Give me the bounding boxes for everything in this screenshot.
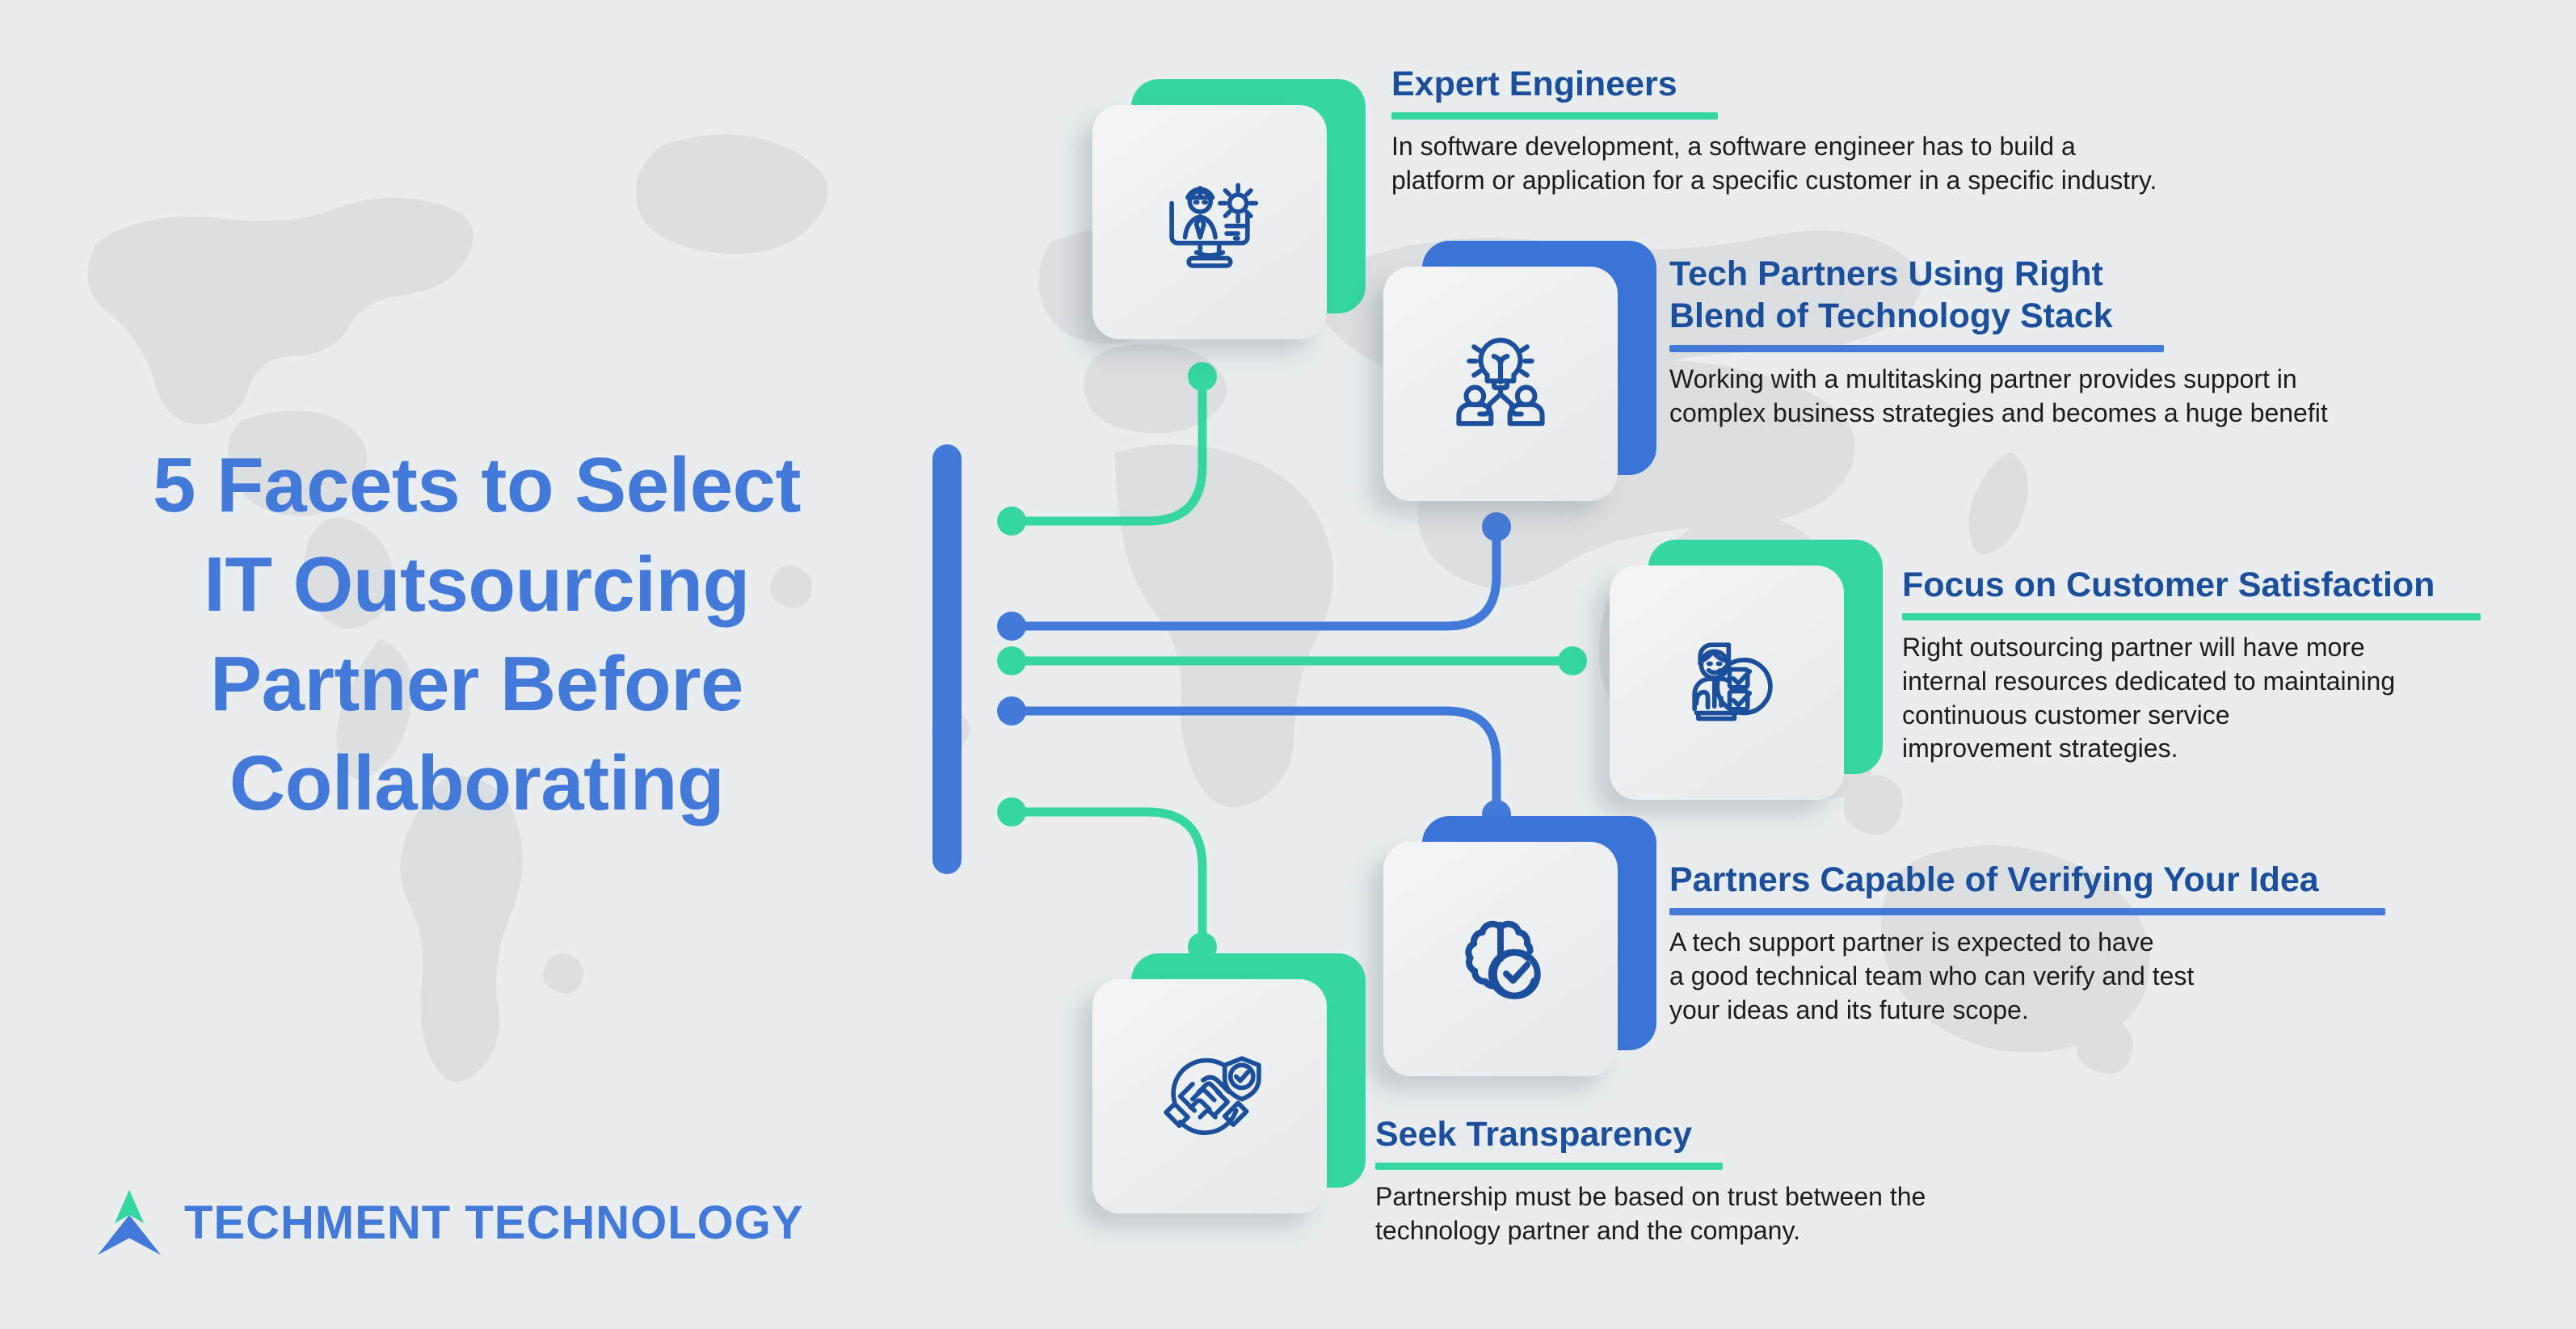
facet-body-1: In software development, a software engi…	[1391, 132, 2157, 196]
facet-body-3: Right outsourcing partner will have more…	[1902, 633, 2396, 763]
facet-card-4-face	[1383, 842, 1618, 1076]
person-checklist-satisfaction-icon	[1692, 642, 1773, 721]
connector-line-2	[1007, 524, 1501, 631]
connector-dot-2-end	[1482, 512, 1511, 541]
facet-text-5: Seek Transparency Partnership must be ba…	[1375, 1113, 2183, 1248]
facet-rule-2	[1669, 344, 2164, 352]
connector-dot-3-start	[997, 646, 1026, 675]
connector-dot-4-start	[997, 696, 1026, 725]
page-title-line-4: Collaborating	[229, 739, 725, 826]
connector-dot-5-start	[997, 797, 1026, 826]
lightbulb-team-idea-icon	[1456, 338, 1545, 427]
facet-card-2-face	[1383, 267, 1618, 501]
engineer-monitor-gear-icon	[1169, 183, 1259, 268]
page-title-line-2: IT Outsourcing	[204, 540, 750, 628]
facet-rule-4	[1669, 908, 2385, 916]
facet-title-2-line-2: Blend of Technology Stack	[1669, 297, 2113, 336]
page-title-line-1: 5 Facets to Select	[152, 442, 802, 528]
page-title: 5 Facets to Select IT Outsourcing Partne…	[48, 436, 905, 834]
facet-body-5: Partnership must be based on trust betwe…	[1375, 1182, 1926, 1246]
facet-body-4: A tech support partner is expected to ha…	[1669, 927, 2195, 1024]
facet-rule-3	[1902, 613, 2481, 621]
facet-card-1-face	[1092, 105, 1327, 339]
connector-line-5	[1007, 807, 1207, 950]
facet-card-5-face	[1092, 979, 1327, 1213]
brand-logo[interactable]: TECHMENT TECHNOLOGY	[95, 1188, 804, 1257]
facet-text-1: Expert Engineers In software development…	[1391, 63, 2345, 198]
brand-wordmark: TECHMENT TECHNOLOGY	[184, 1196, 804, 1249]
facet-text-3: Focus on Customer Satisfaction Right out…	[1902, 564, 2565, 766]
connector-dot-2-start	[997, 612, 1026, 641]
connector-dot-1-start	[997, 507, 1026, 536]
facet-title-2-line-1: Tech Partners Using Right	[1669, 254, 2103, 293]
facet-text-4: Partners Capable of Verifying Your Idea …	[1669, 859, 2494, 1027]
connector-line-4	[1007, 706, 1501, 817]
brain-check-icon	[1465, 920, 1541, 999]
facet-title-1: Expert Engineers	[1391, 65, 1677, 103]
facet-card-3-face	[1610, 566, 1844, 800]
facet-title-4: Partners Capable of Verifying Your Idea	[1669, 860, 2319, 899]
facet-body-2: Working with a multitasking partner prov…	[1669, 364, 2328, 427]
facet-title-5: Seek Transparency	[1375, 1115, 1693, 1154]
page-title-line-3: Partner Before	[210, 640, 743, 727]
facet-rule-5	[1375, 1163, 1723, 1171]
connector-dot-1-end	[1188, 362, 1217, 391]
handshake-shield-icon	[1164, 1056, 1261, 1135]
connector-line-1	[1007, 375, 1207, 526]
techment-chevron-logo-icon	[97, 1189, 162, 1255]
connector-dot-3-end	[1558, 646, 1587, 675]
facet-rule-1	[1391, 112, 1718, 120]
vertical-accent-bar	[932, 444, 962, 874]
facet-text-2: Tech Partners Using Right Blend of Techn…	[1669, 253, 2558, 430]
facet-title-3: Focus on Customer Satisfaction	[1902, 566, 2435, 604]
